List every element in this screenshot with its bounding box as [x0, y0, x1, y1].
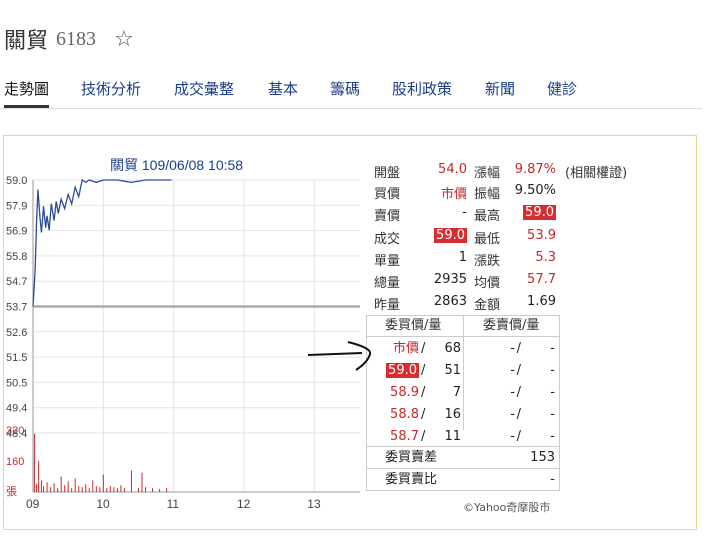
ask-qty: -: [550, 407, 555, 422]
time-tick-label: 12: [237, 497, 251, 511]
diff-value: 153: [530, 450, 555, 465]
amplitude-label: 振幅: [474, 187, 501, 202]
amplitude-value: 9.50%: [514, 183, 556, 198]
bid-qty: 7: [452, 385, 461, 400]
ask-value: -: [462, 205, 467, 220]
ask-qty: -: [550, 429, 555, 444]
last-label: 成交: [374, 232, 401, 247]
time-tick-label: 13: [307, 497, 321, 511]
ratio-value: -: [550, 472, 555, 487]
unit-label: 單量: [374, 254, 401, 269]
diff-label: 委買賣差: [385, 450, 438, 465]
ask-price: -: [510, 363, 515, 378]
price-tick-label: 55.8: [6, 251, 27, 263]
bid-header: 委買價/量: [385, 318, 442, 333]
stock-title: 關貿 6183 ☆: [4, 22, 134, 56]
volume-tick-label: 320: [6, 425, 24, 437]
order-row: 59.0 / 51 - / -: [367, 360, 559, 382]
prev-volume-value: 2863: [433, 294, 467, 309]
ask-label: 賣價: [374, 209, 401, 224]
hand-drawn-arrow-icon: [307, 341, 372, 371]
price-tick-label: 51.5: [6, 352, 27, 364]
ratio-label: 委買賣比: [385, 472, 438, 487]
price-tick-label: 49.4: [6, 403, 27, 415]
change-label: 漲跌: [474, 254, 501, 269]
tab-dividend[interactable]: 股利政策: [392, 78, 452, 99]
ratio-row: 委買賣比 -: [367, 468, 559, 491]
order-row: 市價 / 68 - / -: [367, 338, 559, 360]
order-row: 58.7 / 11 - / -: [367, 426, 559, 448]
bid-price: 58.8: [390, 407, 419, 422]
time-tick-label: 10: [96, 497, 110, 511]
change-pct-label: 漲幅: [474, 166, 501, 181]
avg-value: 57.7: [527, 272, 556, 287]
open-label: 開盤: [374, 166, 401, 181]
chart-title: 關貿 109/06/08 10:58: [110, 157, 243, 173]
price-tick-label: 52.6: [6, 327, 27, 339]
volume-tick-label: 張: [6, 485, 17, 498]
high-value: 59.0: [523, 205, 556, 220]
ask-price: -: [510, 407, 515, 422]
ask-qty: -: [550, 363, 555, 378]
order-row: 58.8 / 16 - / -: [367, 404, 559, 426]
last-value: 59.0: [434, 228, 467, 243]
tab-technical[interactable]: 技術分析: [81, 78, 141, 99]
bid-qty: 51: [444, 363, 461, 378]
ask-price: -: [510, 429, 515, 444]
tab-health[interactable]: 健診: [547, 78, 577, 99]
prev-volume-label: 昨量: [374, 298, 401, 313]
time-tick-label: 11: [167, 497, 180, 511]
order-row: 58.9 / 7 - / -: [367, 382, 559, 404]
ask-qty: -: [550, 385, 555, 400]
ask-price: -: [510, 385, 515, 400]
bid-qty: 11: [444, 429, 461, 444]
unit-value: 1: [458, 250, 467, 265]
order-book: 委買價/量 委賣價/量 市價 / 68 - / - 59.0 / 51 - / …: [366, 315, 560, 491]
tab-trend[interactable]: 走勢圖: [4, 78, 50, 108]
volume-value: 2935: [433, 272, 467, 287]
bid-price: 58.9: [390, 385, 419, 400]
ask-price: -: [510, 341, 515, 356]
ask-qty: -: [550, 341, 555, 356]
price-tick-label: 56.9: [6, 226, 27, 238]
avg-label: 均價: [474, 276, 501, 291]
low-label: 最低: [474, 232, 501, 247]
price-tick-label: 54.7: [6, 276, 27, 288]
open-value: 54.0: [438, 162, 467, 177]
tab-chips[interactable]: 籌碼: [330, 78, 360, 99]
price-tick-label: 57.9: [6, 200, 27, 212]
price-line: [32, 178, 172, 307]
tab-news[interactable]: 新聞: [485, 78, 515, 99]
star-icon[interactable]: ☆: [114, 27, 134, 52]
amount-value: 1.69: [527, 294, 556, 309]
bid-qty: 68: [444, 341, 461, 356]
bid-price: 59.0: [386, 363, 419, 378]
bid-qty: 16: [444, 407, 461, 422]
bid-price: 58.7: [390, 429, 419, 444]
related-warrants-link[interactable]: (相關權證): [565, 162, 627, 181]
bid-label: 買價: [374, 187, 401, 202]
volume-label: 總量: [374, 276, 401, 291]
price-tick-label: 59.0: [6, 175, 27, 187]
tab-bar: 走勢圖 技術分析 成交彙整 基本 籌碼 股利政策 新聞 健診: [0, 72, 702, 109]
bid-price: 市價: [392, 341, 419, 356]
bid-value: 市價: [440, 187, 467, 202]
time-tick-label: 09: [26, 497, 40, 511]
ask-header: 委賣價/量: [483, 318, 540, 333]
price-tick-label: 50.5: [6, 377, 27, 389]
diff-row: 委買賣差 153: [367, 446, 559, 469]
change-value: 5.3: [535, 250, 556, 265]
high-label: 最高: [474, 209, 501, 224]
tab-basic[interactable]: 基本: [268, 78, 298, 99]
tab-trades[interactable]: 成交彙整: [174, 78, 234, 99]
low-value: 53.9: [527, 228, 556, 243]
volume-tick-label: 160: [6, 456, 24, 468]
change-pct-value: 9.87%: [514, 162, 556, 177]
stock-name: 關貿: [4, 29, 49, 54]
price-tick-label: 53.7: [6, 302, 27, 314]
amount-label: 金額: [474, 298, 501, 313]
stock-code: 6183: [56, 27, 97, 50]
copyright: ©Yahoo奇摩股市: [463, 501, 551, 514]
